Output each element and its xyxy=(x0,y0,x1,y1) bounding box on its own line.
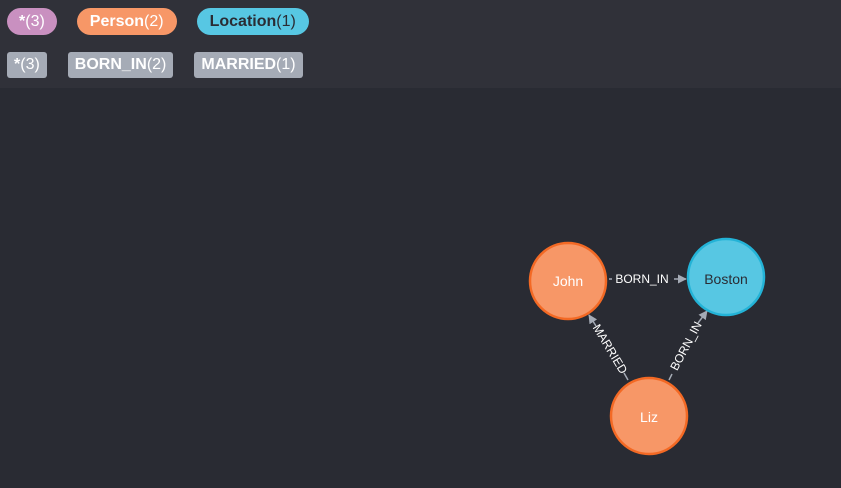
label-name: Location xyxy=(209,13,277,30)
relationship-liz-born-in-boston[interactable]: BORN_IN xyxy=(667,310,708,381)
relationship-label: MARRIED xyxy=(590,322,631,377)
node-caption: Liz xyxy=(640,409,658,425)
node-caption: John xyxy=(553,273,583,289)
label-count: (1) xyxy=(276,13,296,30)
label-count: (3) xyxy=(25,13,45,30)
node-liz[interactable]: Liz xyxy=(609,376,689,456)
graph-canvas[interactable]: BORN_IN MARRIED BORN_IN John Boston Liz xyxy=(0,88,841,488)
label-count: (2) xyxy=(144,13,164,30)
rel-filter-all[interactable]: *(3) xyxy=(7,52,47,78)
legend-toolbar: *(3) Person(2) Location(1) *(3) BORN_IN(… xyxy=(0,0,841,88)
rel-filter-married[interactable]: MARRIED(1) xyxy=(194,52,303,78)
rel-type-count: (3) xyxy=(20,56,40,73)
label-filter-person[interactable]: Person(2) xyxy=(76,8,177,35)
node-label-legend: *(3) Person(2) Location(1) xyxy=(7,8,309,35)
label-name: Person xyxy=(89,13,145,30)
relationship-liz-married-john[interactable]: MARRIED xyxy=(588,314,631,381)
relationship-label: BORN_IN xyxy=(667,319,704,373)
rel-type-count: (1) xyxy=(276,56,296,73)
relationship-john-born-in-boston[interactable]: BORN_IN xyxy=(609,272,687,286)
rel-type-count: (2) xyxy=(146,56,167,73)
rel-type-name: BORN_IN xyxy=(74,56,147,73)
relationship-type-legend: *(3) BORN_IN(2) MARRIED(1) xyxy=(7,52,303,78)
node-boston[interactable]: Boston xyxy=(686,237,766,317)
rel-filter-born-in[interactable]: BORN_IN(2) xyxy=(67,52,174,78)
label-filter-location[interactable]: Location(1) xyxy=(196,8,309,35)
node-john[interactable]: John xyxy=(528,241,608,321)
relationship-label: BORN_IN xyxy=(615,272,668,286)
rel-type-name: MARRIED xyxy=(201,56,277,73)
label-filter-all[interactable]: *(3) xyxy=(7,8,57,35)
node-caption: Boston xyxy=(704,271,748,287)
